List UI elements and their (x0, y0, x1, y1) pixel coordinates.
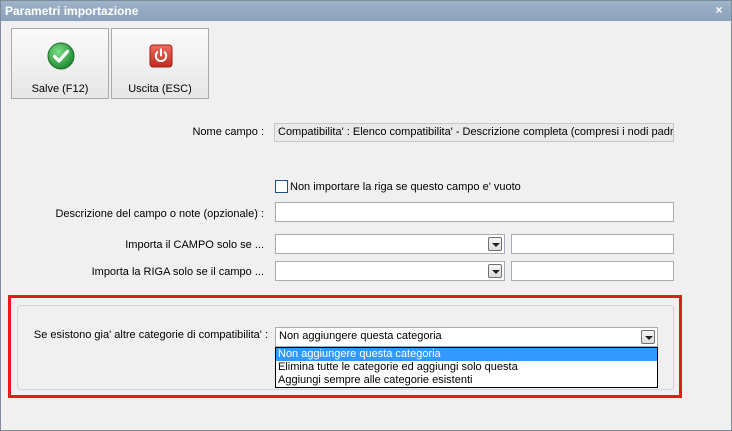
dropdown-option[interactable]: Non aggiungere questa categoria (276, 348, 657, 361)
categories-selected-value: Non aggiungere questa categoria (279, 330, 442, 342)
check-icon (47, 42, 75, 70)
exit-button-label: Uscita (ESC) (128, 83, 192, 95)
chevron-down-icon[interactable] (488, 237, 502, 251)
import-field-if-operator-select[interactable] (275, 234, 505, 254)
categories-dropdown-list: Non aggiungere questa categoria Elimina … (275, 347, 658, 388)
import-row-if-label: Importa la RIGA solo se il campo ... (91, 266, 264, 278)
import-field-if-value-field[interactable] (511, 234, 674, 254)
description-label: Descrizione del campo o note (opzionale)… (55, 208, 264, 220)
import-parameters-window: Parametri importazione × Salve (F12) Usc… (0, 0, 732, 431)
categories-select[interactable]: Non aggiungere questa categoria (275, 327, 658, 347)
title-bar: Parametri importazione × (1, 1, 731, 21)
close-icon[interactable]: × (713, 4, 725, 16)
save-button[interactable]: Salve (F12) (11, 28, 109, 99)
import-field-if-label: Importa il CAMPO solo se ... (125, 239, 264, 251)
field-name-value: Compatibilita' : Elenco compatibilita' -… (274, 123, 674, 142)
save-button-label: Salve (F12) (31, 83, 89, 95)
dropdown-option[interactable]: Elimina tutte le categorie ed aggiungi s… (276, 361, 657, 374)
field-name-label: Nome campo : (192, 126, 264, 138)
import-row-if-operator-select[interactable] (275, 261, 505, 281)
skip-empty-label: Non importare la riga se questo campo e'… (290, 181, 521, 193)
description-field[interactable] (275, 202, 674, 222)
chevron-down-icon[interactable] (641, 330, 655, 344)
categories-label: Se esistono gia' altre categorie di comp… (33, 329, 268, 341)
exit-button[interactable]: Uscita (ESC) (111, 28, 209, 99)
window-title: Parametri importazione (5, 4, 139, 18)
skip-empty-checkbox[interactable] (275, 180, 288, 193)
power-icon (149, 44, 173, 68)
chevron-down-icon[interactable] (488, 264, 502, 278)
dropdown-option[interactable]: Aggiungi sempre alle categorie esistenti (276, 374, 657, 387)
import-row-if-value-field[interactable] (511, 261, 674, 281)
